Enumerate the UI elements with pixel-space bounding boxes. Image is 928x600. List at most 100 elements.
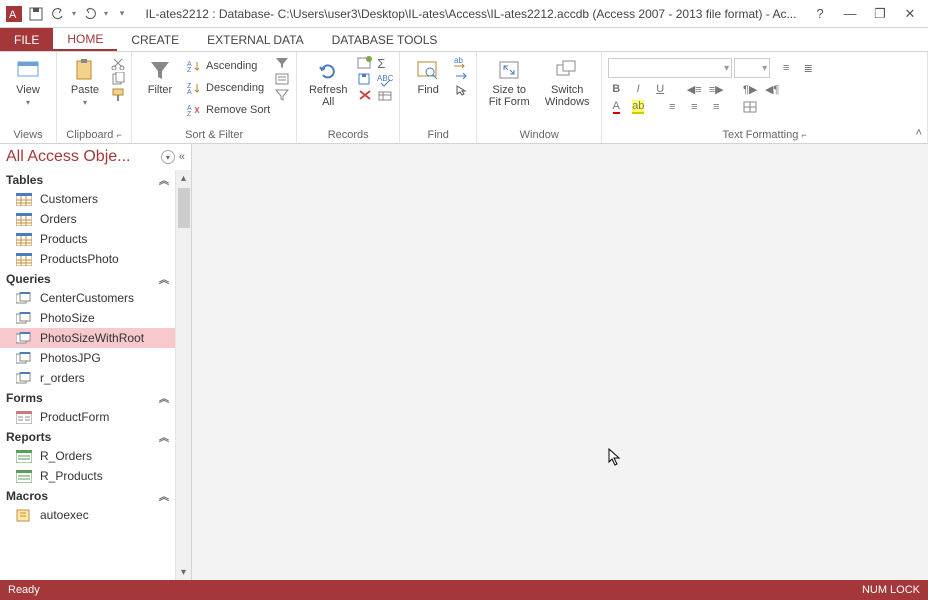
increase-indent-icon[interactable]: ≡▶ <box>708 82 724 96</box>
font-size-select[interactable]: ▾ <box>734 58 770 78</box>
collapse-ribbon-icon[interactable]: ˄ <box>916 127 922 139</box>
spelling-icon[interactable]: ABC <box>377 73 393 87</box>
tab-database-tools[interactable]: DATABASE TOOLS <box>318 28 452 51</box>
nav-item-photosjpg[interactable]: PhotosJPG <box>0 348 175 368</box>
bold-icon[interactable]: B <box>608 82 624 96</box>
highlight-icon[interactable]: ab <box>630 100 646 114</box>
numbering-icon[interactable]: ≣ <box>800 61 816 75</box>
save-icon[interactable] <box>26 4 46 24</box>
selection-filter-icon[interactable] <box>274 56 290 70</box>
undo-dropdown-icon[interactable]: ▾ <box>70 4 78 24</box>
group-label-sort: Sort & Filter <box>138 127 290 143</box>
nav-item-productsphoto[interactable]: ProductsPhoto <box>0 249 175 269</box>
nav-collapse-icon[interactable]: « <box>175 151 185 163</box>
qat-customize-icon[interactable]: ▾ <box>112 4 132 24</box>
descending-button[interactable]: ZADescending <box>186 78 270 98</box>
section-head-tables[interactable]: Tables︽ <box>0 170 175 189</box>
title-bar: A ▾ ▾ ▾ IL-ates2212 : Database- C:\Users… <box>0 0 928 28</box>
sort-asc-icon: AZ <box>186 58 202 74</box>
nav-dropdown-icon[interactable]: ▾ <box>161 150 175 164</box>
scroll-up-icon[interactable]: ▴ <box>181 170 186 186</box>
find-button[interactable]: Find <box>406 54 450 96</box>
paste-button[interactable]: Paste ▾ <box>63 54 107 107</box>
delete-record-icon[interactable] <box>357 88 373 102</box>
nav-item-photosize[interactable]: PhotoSize <box>0 308 175 328</box>
align-right-icon[interactable]: ≡ <box>708 100 724 114</box>
section-head-reports[interactable]: Reports︽ <box>0 427 175 446</box>
format-painter-icon[interactable] <box>111 88 125 102</box>
section-head-queries[interactable]: Queries︽ <box>0 269 175 288</box>
redo-icon[interactable] <box>80 4 100 24</box>
nav-item-products[interactable]: Products <box>0 229 175 249</box>
group-text-formatting: ▾ ▾ ≡ ≣ B I U ◀≡ ≡▶ ¶▶ ◀¶ A ab <box>602 52 928 143</box>
tab-create[interactable]: CREATE <box>117 28 193 51</box>
section-head-forms[interactable]: Forms︽ <box>0 388 175 407</box>
select-icon[interactable] <box>454 84 470 96</box>
scroll-down-icon[interactable]: ▾ <box>181 564 186 580</box>
scroll-thumb[interactable] <box>178 188 190 228</box>
goto-icon[interactable] <box>454 70 470 82</box>
query-icon <box>16 331 32 345</box>
ascending-button[interactable]: AZAscending <box>186 56 270 76</box>
nav-item-photosizewithroot[interactable]: PhotoSizeWithRoot <box>0 328 175 348</box>
close-icon[interactable]: ✕ <box>900 6 920 22</box>
nav-scrollbar[interactable]: ▴ ▾ <box>175 170 191 580</box>
totals-icon[interactable]: Σ <box>377 56 393 71</box>
gridlines-icon[interactable] <box>742 100 758 114</box>
new-record-icon[interactable] <box>357 56 373 70</box>
save-record-icon[interactable] <box>357 72 373 86</box>
window-controls: ? — ❐ ✕ <box>810 6 928 22</box>
decrease-indent-icon[interactable]: ◀≡ <box>686 82 702 96</box>
italic-icon[interactable]: I <box>630 82 646 96</box>
more-records-icon[interactable] <box>377 89 393 103</box>
undo-icon[interactable] <box>48 4 68 24</box>
nav-item-r_products[interactable]: R_Products <box>0 466 175 486</box>
font-name-select[interactable]: ▾ <box>608 58 732 78</box>
align-center-icon[interactable]: ≡ <box>686 100 702 114</box>
toggle-filter-icon[interactable] <box>274 88 290 102</box>
restore-icon[interactable]: ❐ <box>870 6 890 22</box>
help-icon[interactable]: ? <box>810 6 830 22</box>
nav-item-centercustomers[interactable]: CenterCustomers <box>0 288 175 308</box>
view-button[interactable]: View ▾ <box>6 54 50 107</box>
status-numlock: NUM LOCK <box>862 584 920 596</box>
tab-external-data[interactable]: EXTERNAL DATA <box>193 28 317 51</box>
cut-icon[interactable] <box>111 56 125 70</box>
refresh-icon <box>316 58 340 82</box>
svg-text:A: A <box>9 9 17 21</box>
table-icon <box>16 192 32 206</box>
size-to-fit-button[interactable]: Size to Fit Form <box>483 54 535 108</box>
nav-item-autoexec[interactable]: autoexec <box>0 505 175 525</box>
filter-button[interactable]: Filter <box>138 54 182 96</box>
macro-icon <box>16 508 32 522</box>
replace-icon[interactable]: ab <box>454 56 470 68</box>
mouse-cursor-icon <box>608 448 622 466</box>
remove-sort-button[interactable]: AZRemove Sort <box>186 100 270 120</box>
ltr-icon[interactable]: ¶▶ <box>742 82 758 96</box>
view-icon <box>16 58 40 82</box>
nav-header[interactable]: All Access Obje... ▾ « <box>0 144 191 170</box>
underline-icon[interactable]: U <box>652 82 668 96</box>
switch-windows-button[interactable]: Switch Windows <box>539 54 595 108</box>
nav-title: All Access Obje... <box>6 148 161 166</box>
navigation-pane: All Access Obje... ▾ « Tables︽CustomersO… <box>0 144 192 580</box>
rtl-icon[interactable]: ◀¶ <box>764 82 780 96</box>
minimize-icon[interactable]: — <box>840 6 860 22</box>
copy-icon[interactable] <box>111 72 125 86</box>
nav-item-productform[interactable]: ProductForm <box>0 407 175 427</box>
nav-item-r_orders[interactable]: r_orders <box>0 368 175 388</box>
advanced-filter-icon[interactable] <box>274 72 290 86</box>
nav-item-orders[interactable]: Orders <box>0 209 175 229</box>
align-left-icon[interactable]: ≡ <box>664 100 680 114</box>
tab-file[interactable]: FILE <box>0 28 53 51</box>
group-views: View ▾ Views <box>0 52 57 143</box>
query-icon <box>16 371 32 385</box>
refresh-all-button[interactable]: Refresh All <box>303 54 353 108</box>
bullets-icon[interactable]: ≡ <box>778 61 794 75</box>
nav-item-r_orders[interactable]: R_Orders <box>0 446 175 466</box>
redo-dropdown-icon[interactable]: ▾ <box>102 4 110 24</box>
section-head-macros[interactable]: Macros︽ <box>0 486 175 505</box>
nav-item-customers[interactable]: Customers <box>0 189 175 209</box>
tab-home[interactable]: HOME <box>53 28 117 51</box>
font-color-icon[interactable]: A <box>608 100 624 114</box>
